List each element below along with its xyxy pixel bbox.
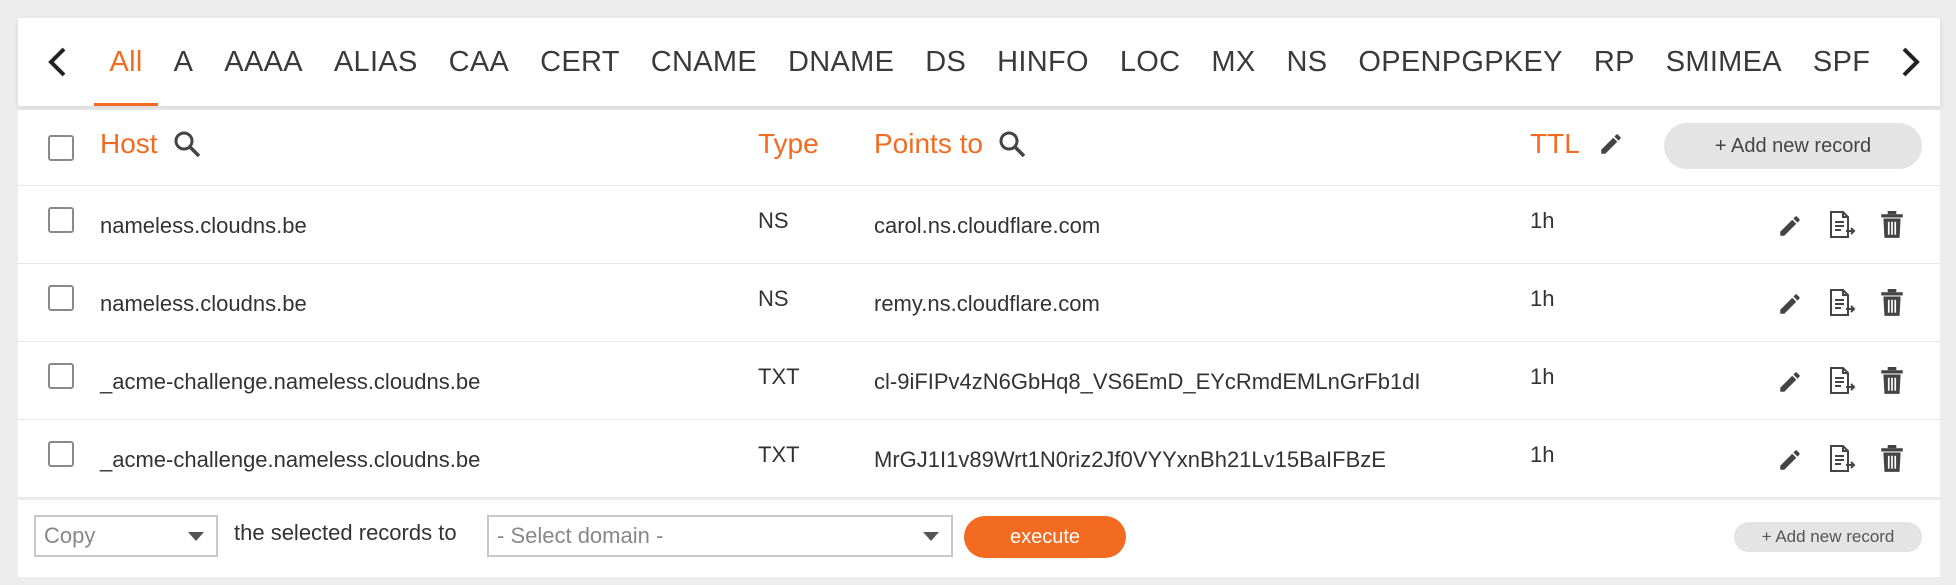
tab-ds[interactable]: DS [910, 18, 982, 106]
tab-aaaa[interactable]: AAAA [209, 18, 319, 106]
points-to-header: Points to [874, 128, 1027, 160]
tab-loc[interactable]: LOC [1104, 18, 1196, 106]
host-cell: nameless.cloudns.be [100, 291, 307, 316]
table-header: Host Type Points to TTL + Add new record [18, 110, 1940, 186]
tab-all[interactable]: All [94, 18, 159, 106]
tab-hinfo[interactable]: HINFO [982, 18, 1105, 106]
copy-document-icon [1830, 367, 1856, 394]
delete-record-button[interactable] [1876, 365, 1908, 397]
record-type-tabs: All A AAAA ALIAS CAA CERT CNAME DNAME DS HINFO LOC… [18, 18, 1940, 106]
chevron-down-icon [188, 532, 204, 541]
trash-icon [1881, 289, 1903, 316]
copy-document-icon [1830, 445, 1856, 472]
edit-record-button[interactable] [1774, 444, 1806, 476]
points-to-cell: remy.ns.cloudflare.com [874, 291, 1100, 316]
chevron-right-icon [1902, 47, 1920, 77]
type-cell: TXT [758, 442, 800, 467]
select-all-checkbox[interactable] [48, 135, 74, 161]
table-row: _acme-challenge.nameless.cloudns.be TXT Mr… [18, 420, 1940, 498]
type-cell: NS [758, 286, 789, 311]
host-cell: _acme-challenge.nameless.cloudns.be [100, 369, 481, 394]
pencil-icon [1780, 372, 1800, 392]
tabs-scroll-right-button[interactable] [1882, 18, 1940, 106]
bulk-action-value: Copy [44, 523, 96, 548]
delete-record-button[interactable] [1876, 209, 1908, 241]
copy-document-icon [1830, 211, 1856, 238]
host-header-label: Host [100, 128, 158, 159]
domain-select-value: - Select domain - [497, 523, 664, 548]
ttl-header: TTL [1530, 128, 1624, 160]
host-cell: nameless.cloudns.be [100, 213, 307, 238]
delete-record-button[interactable] [1876, 287, 1908, 319]
bulk-action-select[interactable]: Copy [34, 515, 218, 557]
edit-record-button[interactable] [1774, 366, 1806, 398]
tabs-scroll-left-button[interactable] [28, 18, 86, 106]
type-header-label: Type [758, 128, 819, 159]
chevron-down-icon [923, 532, 939, 541]
edit-record-button[interactable] [1774, 210, 1806, 242]
tab-rp[interactable]: RP [1578, 18, 1650, 106]
tab-smimea[interactable]: SMIMEA [1650, 18, 1797, 106]
table-row: _acme-challenge.nameless.cloudns.be TXT cl… [18, 342, 1940, 420]
table-row: nameless.cloudns.be NS carol.ns.cloudflare… [18, 186, 1940, 264]
bulk-action-bar: Copy the selected records to - Select do… [18, 500, 1940, 577]
ttl-cell: 1h [1530, 364, 1555, 389]
domain-select[interactable]: - Select domain - [487, 515, 953, 557]
pencil-icon [1780, 294, 1800, 314]
trash-icon [1881, 445, 1903, 472]
copy-record-button[interactable] [1825, 287, 1857, 319]
tab-list: All A AAAA ALIAS CAA CERT CNAME DNAME DS HINFO LOC… [94, 18, 1886, 106]
host-cell: _acme-challenge.nameless.cloudns.be [100, 447, 481, 472]
type-cell: NS [758, 208, 789, 233]
pencil-icon[interactable] [1598, 131, 1624, 157]
ttl-header-label: TTL [1530, 128, 1580, 159]
tab-a[interactable]: A [158, 18, 209, 106]
add-new-record-button-small[interactable]: + Add new record [1734, 522, 1922, 552]
type-cell: TXT [758, 364, 800, 389]
copy-document-icon [1830, 289, 1856, 316]
delete-record-button[interactable] [1876, 443, 1908, 475]
execute-button[interactable]: execute [964, 516, 1126, 558]
row-checkbox[interactable] [48, 441, 74, 467]
points-to-cell: cl-9iFIPv4zN6GbHq8_VS6EmD_EYcRmdEMLnGrFb… [874, 369, 1421, 394]
add-new-record-button[interactable]: + Add new record [1664, 123, 1922, 169]
search-icon[interactable] [172, 129, 202, 159]
tab-openpgpkey[interactable]: OPENPGPKEY [1343, 18, 1578, 106]
row-checkbox[interactable] [48, 207, 74, 233]
bulk-action-label: the selected records to [234, 520, 457, 545]
type-header: Type [758, 128, 819, 160]
copy-record-button[interactable] [1825, 209, 1857, 241]
pencil-icon [1780, 216, 1800, 236]
trash-icon [1881, 211, 1903, 238]
trash-icon [1881, 367, 1903, 394]
tab-spf[interactable]: SPF [1797, 18, 1885, 106]
tab-caa[interactable]: CAA [433, 18, 525, 106]
host-header: Host [100, 128, 202, 160]
tab-alias[interactable]: ALIAS [318, 18, 433, 106]
ttl-cell: 1h [1530, 442, 1555, 467]
tab-cert[interactable]: CERT [525, 18, 636, 106]
points-to-cell: MrGJ1I1v89Wrt1N0riz2Jf0VYYxnBh21Lv15BaIF… [874, 447, 1386, 472]
chevron-left-icon [48, 47, 66, 77]
search-icon[interactable] [997, 129, 1027, 159]
points-to-cell: carol.ns.cloudflare.com [874, 213, 1101, 238]
row-checkbox[interactable] [48, 285, 74, 311]
tab-cname[interactable]: CNAME [635, 18, 772, 106]
row-checkbox[interactable] [48, 363, 74, 389]
copy-record-button[interactable] [1825, 443, 1857, 475]
pencil-icon [1780, 450, 1800, 470]
tab-dname[interactable]: DNAME [772, 18, 909, 106]
edit-record-button[interactable] [1774, 288, 1806, 320]
copy-record-button[interactable] [1825, 365, 1857, 397]
ttl-cell: 1h [1530, 208, 1555, 233]
table-row: nameless.cloudns.be NS remy.ns.cloudflare.… [18, 264, 1940, 342]
records-table: Host Type Points to TTL + Add new record… [18, 110, 1940, 498]
ttl-cell: 1h [1530, 286, 1555, 311]
tab-mx[interactable]: MX [1196, 18, 1271, 106]
tab-ns[interactable]: NS [1271, 18, 1343, 106]
points-to-header-label: Points to [874, 128, 983, 159]
